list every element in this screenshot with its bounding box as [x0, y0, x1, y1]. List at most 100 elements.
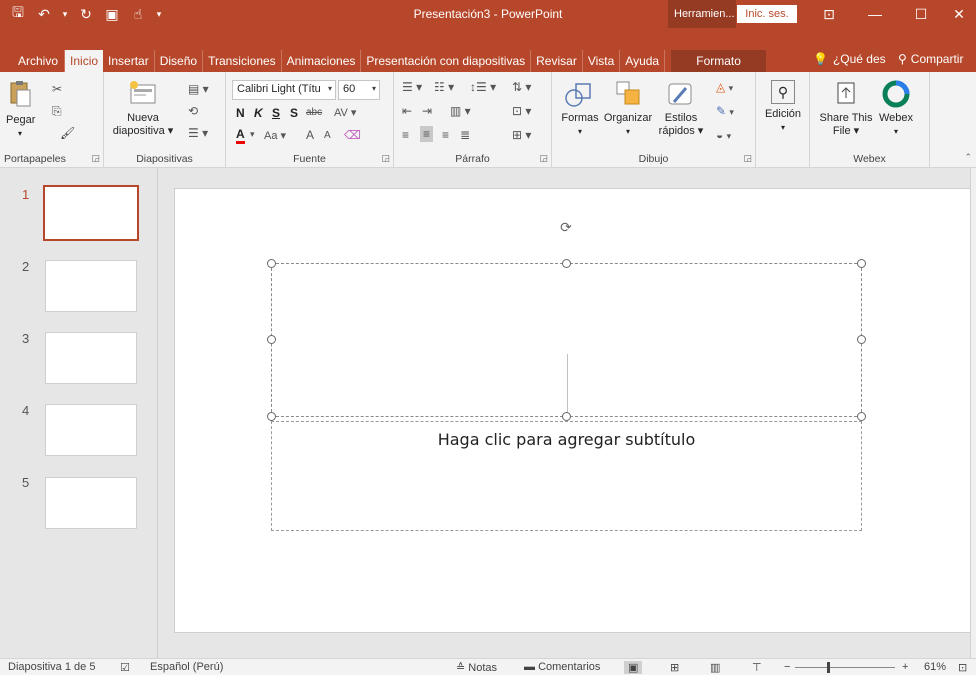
shapes-button[interactable]: Formas ▾ — [560, 80, 600, 138]
tab-inicio[interactable]: Inicio — [65, 50, 104, 72]
copy-icon[interactable]: ⎘ — [52, 104, 62, 119]
reading-view-icon[interactable]: ▥ — [710, 661, 720, 674]
presenter-icon[interactable]: ▣ — [102, 4, 122, 24]
zoom-slider-track[interactable] — [795, 667, 895, 668]
resize-handle-br[interactable] — [857, 412, 866, 421]
reset-icon[interactable]: ⟲ — [188, 104, 198, 118]
resize-handle-b[interactable] — [562, 412, 571, 421]
slide-thumbnail-3[interactable] — [45, 332, 137, 384]
language-indicator[interactable]: Español (Perú) — [150, 661, 223, 673]
vertical-scrollbar[interactable] — [970, 168, 976, 658]
tab-diseno[interactable]: Diseño — [155, 50, 204, 72]
line-spacing-icon[interactable]: ↕☰ ▾ — [470, 80, 496, 94]
tab-formato[interactable]: Formato — [671, 50, 767, 72]
align-text-icon[interactable]: ⊡ ▾ — [512, 104, 531, 118]
sign-in-button[interactable]: Inic. ses. — [737, 5, 797, 23]
tab-archivo[interactable]: Archivo — [0, 50, 66, 72]
slideshow-view-icon[interactable]: ⊤ — [752, 661, 762, 674]
text-direction-icon[interactable]: ⇅ ▾ — [512, 80, 531, 94]
align-center-icon[interactable]: ≡ — [420, 126, 434, 142]
quick-styles-button[interactable]: Estilos rápidos ▾ — [656, 80, 706, 138]
font-size-select[interactable]: 60 ▾ — [338, 80, 380, 100]
resize-handle-tr[interactable] — [857, 259, 866, 268]
undo-dropdown-icon[interactable]: ▾ — [60, 4, 70, 24]
shape-outline-icon[interactable]: ✎ ▾ — [716, 104, 734, 118]
notes-button[interactable]: ≙ Notas — [456, 661, 497, 674]
change-case-button[interactable]: Aa ▾ — [264, 129, 286, 142]
zoom-in-button[interactable]: + — [902, 661, 908, 673]
cut-icon[interactable]: ✂ — [52, 82, 62, 96]
save-icon[interactable]: 🖫 — [8, 4, 28, 24]
shape-fill-icon[interactable]: ◬ ▾ — [716, 80, 733, 94]
columns-icon[interactable]: ▥ ▾ — [450, 104, 471, 118]
ribbon-display-options-icon[interactable]: ⊡ — [806, 0, 852, 28]
increase-indent-icon[interactable]: ⇥ — [422, 104, 432, 118]
strikethrough-button[interactable]: abc — [306, 107, 322, 118]
resize-handle-tl[interactable] — [267, 259, 276, 268]
share-this-file-button[interactable]: Share This File ▾ — [816, 80, 876, 138]
italic-button[interactable]: K — [254, 106, 263, 120]
shadow-button[interactable]: S — [290, 106, 298, 120]
tab-ayuda[interactable]: Ayuda — [620, 50, 666, 72]
section-icon[interactable]: ☰ ▾ — [188, 126, 208, 140]
tab-insertar[interactable]: Insertar — [103, 50, 155, 72]
redo-icon[interactable]: ↻ — [76, 4, 96, 24]
layout-icon[interactable]: ▤ ▾ — [188, 82, 209, 96]
smartart-icon[interactable]: ⊞ ▾ — [512, 128, 531, 142]
tab-transiciones[interactable]: Transiciones — [203, 50, 282, 72]
char-spacing-button[interactable]: AV ▾ — [334, 106, 356, 119]
rotate-handle-icon[interactable]: ⟳ — [558, 219, 574, 235]
resize-handle-bl[interactable] — [267, 412, 276, 421]
numbering-icon[interactable]: ☷ ▾ — [434, 80, 454, 94]
zoom-out-button[interactable]: − — [784, 661, 790, 673]
tab-presentacion[interactable]: Presentación con diapositivas — [361, 50, 532, 72]
align-left-icon[interactable]: ≡ — [402, 128, 409, 142]
slide-thumbnail-1[interactable] — [43, 185, 139, 241]
tell-me-search[interactable]: 💡 ¿Qué des — [813, 52, 886, 66]
comments-button[interactable]: ▬ Comentarios — [524, 661, 600, 673]
resize-handle-l[interactable] — [267, 335, 276, 344]
bullets-icon[interactable]: ☰ ▾ — [402, 80, 422, 94]
bold-button[interactable]: N — [236, 106, 245, 120]
resize-handle-r[interactable] — [857, 335, 866, 344]
shrink-font-button[interactable]: A — [324, 130, 331, 141]
resize-handle-t[interactable] — [562, 259, 571, 268]
close-button[interactable]: ✕ — [936, 0, 976, 28]
slide-thumbnail-2[interactable] — [45, 260, 137, 312]
spellcheck-icon[interactable]: ☑ — [120, 661, 130, 674]
editing-button[interactable]: ⚲ Edición ▾ — [760, 80, 806, 134]
share-button[interactable]: ⚲ Compartir — [898, 52, 963, 66]
underline-button[interactable]: S — [272, 106, 280, 120]
drawing-dialog-launcher-icon[interactable]: ◲ — [743, 153, 752, 164]
fit-to-window-icon[interactable]: ⊡ — [958, 661, 967, 674]
paste-button[interactable]: Pegar ▾ — [6, 80, 35, 140]
minimize-button[interactable]: — — [852, 0, 898, 28]
slide-sorter-icon[interactable]: ⊞ — [670, 661, 679, 674]
undo-icon[interactable]: ↶ — [34, 4, 54, 24]
shape-effects-icon[interactable]: ◒ ▾ — [716, 128, 731, 142]
clear-formatting-icon[interactable]: ⌫ — [344, 128, 361, 142]
normal-view-icon[interactable]: ▣ — [624, 661, 643, 674]
font-color-dropdown-icon[interactable]: ▾ — [250, 129, 255, 140]
slide-thumbnail-4[interactable] — [45, 404, 137, 456]
arrange-button[interactable]: Organizar ▾ — [602, 80, 654, 138]
tab-vista[interactable]: Vista — [583, 50, 621, 72]
webex-button[interactable]: Webex ▾ — [874, 80, 918, 138]
touch-mode-icon[interactable]: ☝ — [128, 4, 148, 24]
tab-revisar[interactable]: Revisar — [531, 50, 583, 72]
font-color-button[interactable]: A — [236, 128, 245, 144]
font-dialog-launcher-icon[interactable]: ◲ — [381, 153, 390, 164]
slide-1[interactable]: ⟳ Haga clic para agregar subtítulo — [174, 188, 973, 633]
new-slide-button[interactable]: Nueva diapositiva ▾ — [112, 80, 174, 138]
font-name-select[interactable]: Calibri Light (Títu ▾ — [232, 80, 336, 100]
decrease-indent-icon[interactable]: ⇤ — [402, 104, 412, 118]
customize-qat-icon[interactable]: ▾ — [154, 4, 164, 24]
dialog-launcher-icon[interactable]: ◲ — [91, 153, 100, 164]
tab-animaciones[interactable]: Animaciones — [282, 50, 362, 72]
align-right-icon[interactable]: ≡ — [442, 128, 449, 142]
subtitle-placeholder[interactable]: Haga clic para agregar subtítulo — [271, 421, 862, 531]
paragraph-dialog-launcher-icon[interactable]: ◲ — [539, 153, 548, 164]
collapse-ribbon-icon[interactable]: ⌃ — [964, 152, 972, 163]
grow-font-button[interactable]: A — [306, 128, 314, 142]
format-painter-icon[interactable]: 🖌 — [60, 126, 75, 140]
